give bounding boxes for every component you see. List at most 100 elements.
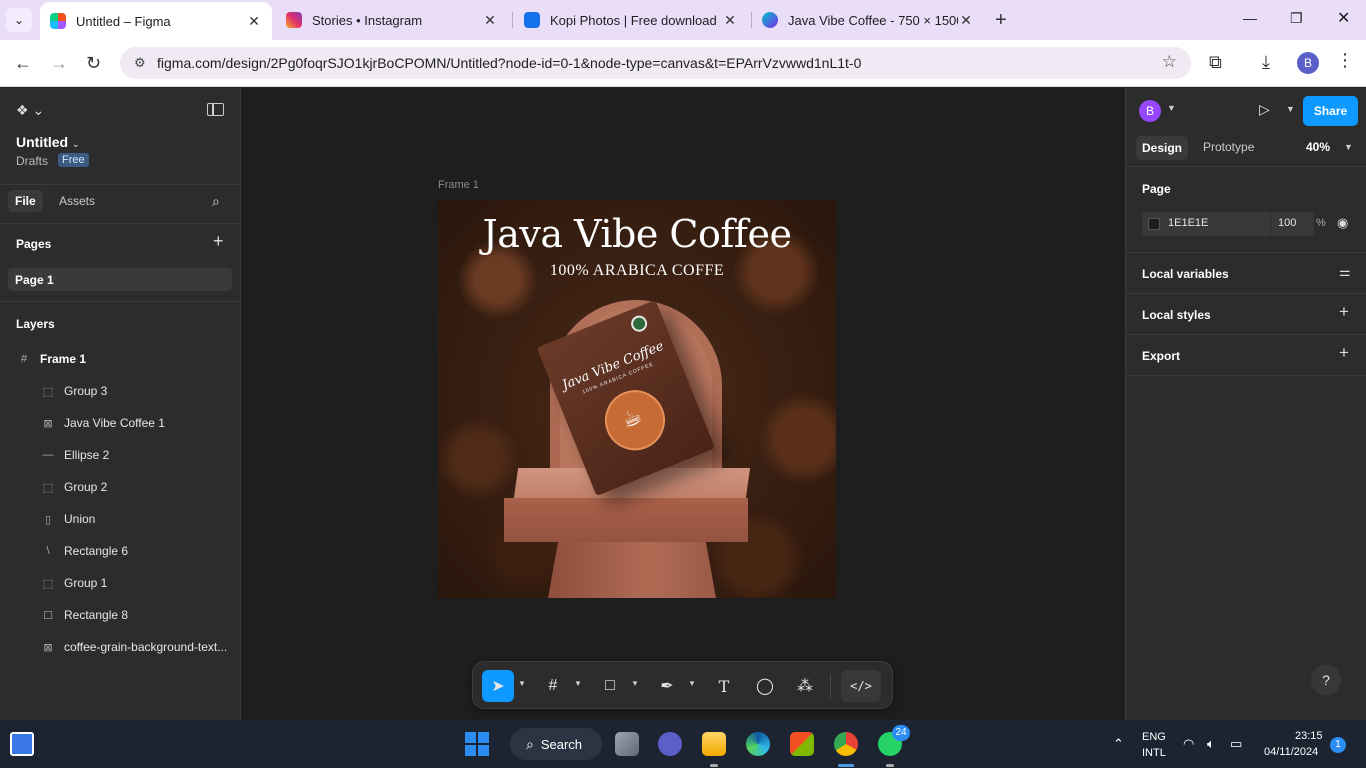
add-style-icon[interactable]: + [1339, 302, 1349, 322]
file-explorer-icon[interactable] [702, 732, 726, 756]
actions-tool-icon[interactable]: ⁂ [791, 670, 819, 702]
keyboard-layout-label[interactable]: INTL [1142, 747, 1166, 759]
drafts-label[interactable]: Drafts [16, 154, 48, 168]
artwork-title: Java Vibe Coffee [482, 212, 792, 256]
chevron-down-icon[interactable]: ▼ [1167, 103, 1176, 113]
layer-row[interactable]: ▯ Union [0, 503, 240, 535]
forward-button[interactable]: → [50, 53, 68, 74]
chevron-down-icon[interactable]: ▼ [1344, 142, 1353, 152]
sidebar-toggle-icon[interactable] [207, 103, 224, 116]
chevron-down-icon[interactable]: ▼ [518, 679, 526, 688]
comment-tool-icon[interactable]: ◯ [751, 670, 779, 702]
bookmark-star-icon[interactable]: ☆ [1162, 52, 1177, 72]
present-play-icon[interactable]: ▷ [1259, 101, 1270, 118]
layer-row[interactable]: ⊠ coffee-grain-background-text... [0, 631, 240, 663]
close-icon[interactable]: ✕ [482, 12, 498, 29]
site-info-icon[interactable]: ⚙ [134, 55, 146, 71]
user-avatar[interactable]: B [1139, 100, 1161, 122]
frame-label[interactable]: Frame 1 [438, 179, 479, 191]
tab-file[interactable]: File [8, 190, 43, 212]
chevron-down-icon[interactable]: ▼ [688, 679, 696, 688]
file-name[interactable]: Untitled ⌄ [16, 134, 80, 150]
chevron-down-icon[interactable]: ▼ [631, 679, 639, 688]
windows-start-icon[interactable] [465, 732, 489, 756]
dev-mode-toggle-icon[interactable]: </> [841, 670, 881, 702]
tab-prototype[interactable]: Prototype [1203, 140, 1254, 154]
close-icon[interactable]: ✕ [246, 13, 262, 30]
close-icon[interactable]: ✕ [958, 12, 974, 29]
layer-row[interactable]: ⊠ Java Vibe Coffee 1 [0, 407, 240, 439]
tab-instagram[interactable]: Stories • Instagram ✕ [276, 0, 508, 40]
tab-assets[interactable]: Assets [59, 194, 95, 208]
layer-row[interactable]: # Frame 1 [0, 343, 240, 375]
chrome-icon[interactable] [834, 732, 858, 756]
address-bar[interactable]: ⚙ figma.com/design/2Pg0foqrSJO1kjrBoCPOM… [120, 47, 1191, 79]
page-item[interactable]: Page 1 [8, 268, 232, 291]
move-tool-icon[interactable]: ➤ [482, 670, 514, 702]
layer-row[interactable]: ☐ Rectangle 8 [0, 599, 240, 631]
clock-date[interactable]: 04/11/2024 [1264, 746, 1318, 758]
variables-settings-icon[interactable]: ⚌ [1339, 264, 1351, 280]
text-tool-icon[interactable]: T [710, 670, 738, 702]
pen-tool-icon[interactable]: ✒ [653, 670, 681, 702]
group-icon: ⬚ [42, 385, 54, 398]
meet-video-icon[interactable] [658, 732, 682, 756]
tab-figma[interactable]: Untitled – Figma ✕ [40, 2, 272, 40]
new-tab-button[interactable]: + [995, 9, 1007, 32]
page-section-header: Page [1142, 182, 1171, 196]
zoom-level[interactable]: 40% [1306, 140, 1330, 154]
frame-artwork[interactable]: Java Vibe Coffee 100% ARABICA COFFE Java… [438, 200, 836, 598]
opacity-value[interactable]: 100 [1278, 217, 1296, 229]
layer-row[interactable]: ⬚ Group 1 [0, 567, 240, 599]
tab-search-button[interactable]: ⌄ [6, 8, 32, 32]
search-icon[interactable]: ⌕ [212, 193, 220, 210]
layer-row[interactable]: ⬚ Group 3 [0, 375, 240, 407]
reload-button[interactable]: ↻ [86, 53, 101, 74]
clock-time[interactable]: 23:15 [1295, 730, 1323, 742]
profile-avatar[interactable]: B [1297, 52, 1319, 74]
tab-freepik[interactable]: Kopi Photos | Free download ✕ [514, 0, 748, 40]
battery-icon[interactable]: ▭ [1230, 736, 1242, 752]
edge-icon[interactable] [746, 732, 770, 756]
rectangle-tool-icon[interactable]: □ [596, 670, 624, 702]
design-canvas[interactable]: Frame 1 Java Vibe Coffee 100% ARABICA CO… [241, 88, 1125, 720]
figma-main-menu[interactable]: ❖ ⌄ [16, 102, 44, 119]
add-export-icon[interactable]: + [1339, 343, 1349, 363]
chevron-down-icon[interactable]: ▼ [574, 679, 582, 688]
more-menu-icon[interactable]: ⋮ [1336, 50, 1354, 71]
back-button[interactable]: ← [14, 53, 32, 74]
widgets-icon[interactable] [10, 732, 34, 756]
close-icon[interactable]: ✕ [722, 12, 738, 29]
color-swatch[interactable] [1148, 218, 1160, 230]
minimize-button[interactable]: — [1243, 10, 1257, 26]
layer-row[interactable]: ⬚ Group 2 [0, 471, 240, 503]
share-button[interactable]: Share [1303, 96, 1358, 126]
wifi-icon[interactable]: ◠ [1183, 736, 1194, 752]
chevron-down-icon[interactable]: ▼ [1286, 104, 1295, 114]
frame-tool-icon[interactable]: # [539, 670, 567, 702]
color-hex-value[interactable]: 1E1E1E [1168, 217, 1208, 229]
download-icon[interactable]: ⤓ [1262, 52, 1270, 73]
eye-icon[interactable]: ◉ [1337, 215, 1348, 231]
frame-icon: # [20, 353, 28, 365]
restore-button[interactable]: ❐ [1290, 10, 1303, 27]
task-view-icon[interactable] [615, 732, 639, 756]
notification-badge[interactable]: 1 [1330, 737, 1346, 753]
tab-design[interactable]: Design [1136, 136, 1189, 160]
local-variables-header[interactable]: Local variables [1142, 267, 1229, 281]
add-page-icon[interactable]: + [213, 231, 224, 252]
taskbar-search[interactable]: ⌕ Search [510, 728, 602, 760]
url-text[interactable]: figma.com/design/2Pg0foqrSJO1kjrBoCPOMN/… [157, 55, 861, 71]
rectangle-icon: ☐ [43, 609, 53, 622]
tab-canva[interactable]: Java Vibe Coffee - 750 × 1500p ✕ [752, 0, 984, 40]
layer-row[interactable]: — Ellipse 2 [0, 439, 240, 471]
microsoft-store-icon[interactable] [790, 732, 814, 756]
help-button[interactable]: ? [1311, 665, 1341, 695]
close-window-button[interactable]: ✕ [1337, 8, 1350, 28]
layer-row[interactable]: \ Rectangle 6 [0, 535, 240, 567]
extensions-icon[interactable]: ⧉ [1209, 52, 1222, 73]
language-label[interactable]: ENG [1142, 731, 1166, 743]
page-color-field[interactable]: 1E1E1E 100 % [1142, 212, 1326, 236]
chevron-up-icon[interactable]: ⌃ [1113, 736, 1124, 752]
volume-icon[interactable]: 🔈︎ [1207, 736, 1215, 752]
